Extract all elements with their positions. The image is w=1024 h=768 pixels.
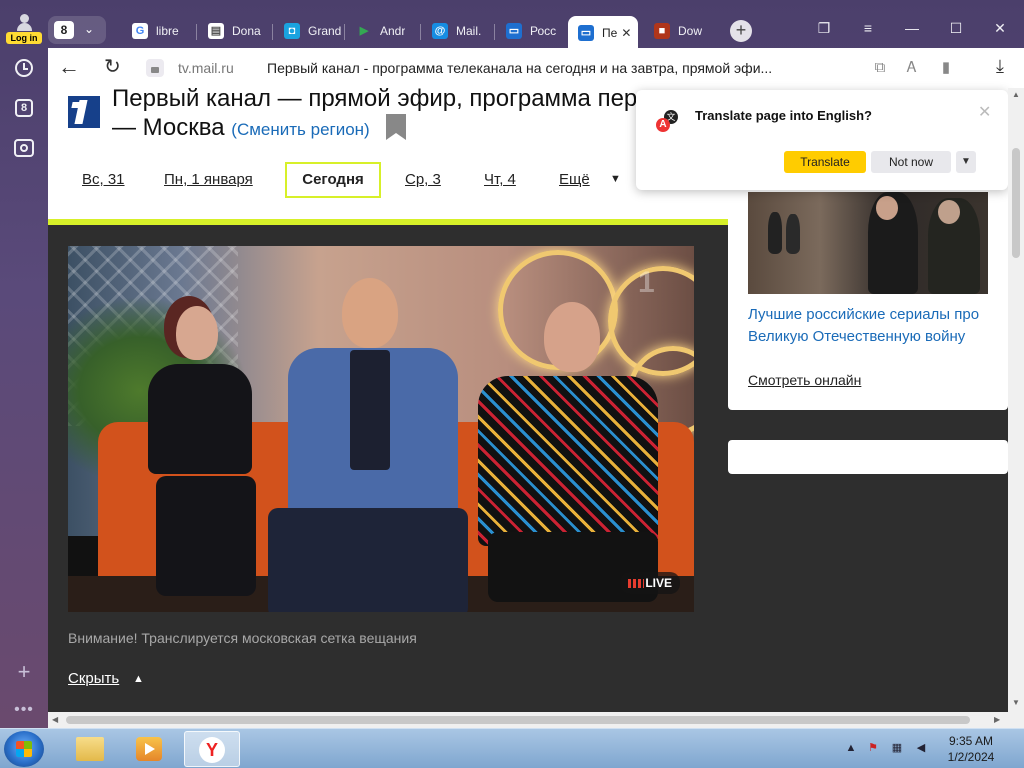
start-button[interactable] — [4, 731, 44, 767]
tab-android[interactable]: ▶ Andr — [346, 16, 418, 46]
history-clock-icon[interactable] — [12, 56, 36, 80]
document-icon: ▤ — [208, 23, 224, 39]
tv-icon: ▭ — [578, 25, 594, 41]
live-signal-icon — [628, 579, 644, 588]
promo-card[interactable]: Лучшие российские сериалы про Великую От… — [728, 178, 1008, 410]
taskbar-yandex-browser[interactable]: Y — [184, 731, 240, 767]
translate-question: Translate page into English? — [695, 108, 872, 123]
download-site-icon: ■ — [654, 23, 670, 39]
change-region-link[interactable]: (Сменить регион) — [231, 120, 369, 139]
windows-taskbar: Y ▲ ⚑ ▦ ◀ 9:35 AM 1/2/2024 — [0, 728, 1024, 768]
day-sun[interactable]: Вс, 31 — [82, 171, 125, 188]
close-tab-icon[interactable]: ✕ — [621, 26, 631, 40]
broadcast-notice: Внимание! Транслируется московская сетка… — [68, 630, 417, 646]
screenshot-camera-icon[interactable] — [12, 136, 36, 160]
menu-hamburger-icon[interactable]: ≡ — [854, 16, 882, 40]
download-icon[interactable]: ⤓ — [988, 56, 1012, 80]
new-tab-button[interactable]: + — [730, 20, 752, 42]
caret-down-icon[interactable]: ▼ — [610, 173, 621, 185]
chevron-down-icon[interactable]: ▼ — [956, 151, 976, 173]
minimize-icon[interactable]: — — [898, 16, 926, 40]
tab-download[interactable]: ■ Dow — [644, 16, 716, 46]
tab-count: 8 — [54, 21, 74, 39]
tab-rossiya[interactable]: ▭ Росс — [496, 16, 568, 46]
tab-counter-button[interactable]: 8 ⌄ — [48, 16, 106, 44]
bookmark-channel-icon[interactable] — [386, 114, 406, 140]
channel-title: Первый канал — прямой эфир, программа пе… — [112, 88, 690, 141]
lock-icon[interactable] — [146, 59, 164, 77]
empty-widget — [728, 440, 1008, 474]
folder-icon — [76, 737, 104, 761]
tab-pervyy-active[interactable]: ▭ Пе ✕ — [568, 16, 638, 50]
play-store-icon: ▶ — [359, 25, 369, 37]
translate-icon[interactable]: Ꭺ — [902, 58, 922, 78]
promo-image[interactable] — [748, 192, 988, 294]
scroll-corner — [1008, 712, 1024, 728]
browser-sidebar: Log in 8 + ••• — [0, 0, 48, 728]
reload-icon[interactable]: ↻ — [104, 56, 128, 80]
caret-up-icon[interactable]: ▲ — [133, 673, 144, 685]
yandex-browser-icon: Y — [199, 737, 225, 763]
channel-logo — [68, 96, 100, 128]
url-page-title[interactable]: Первый канал - программа телеканала на с… — [267, 60, 847, 76]
vertical-scroll-thumb[interactable] — [1012, 148, 1020, 258]
translate-popup: 文 A Translate page into English? ✕ Trans… — [636, 90, 1008, 190]
add-icon[interactable]: + — [12, 659, 36, 684]
grand-icon: ◘ — [284, 23, 300, 39]
hide-player-link[interactable]: Скрыть — [68, 670, 119, 687]
promo-watch-link[interactable]: Смотреть онлайн — [748, 372, 861, 388]
google-icon: G — [132, 23, 148, 39]
back-arrow-icon[interactable]: ← — [58, 56, 82, 80]
mail-at-icon: @ — [432, 23, 448, 39]
day-wed[interactable]: Ср, 3 — [405, 171, 441, 188]
day-more[interactable]: Ещё — [559, 171, 590, 188]
taskbar-explorer[interactable] — [62, 731, 118, 767]
user-icon — [16, 14, 32, 32]
url-domain[interactable]: tv.mail.ru — [178, 60, 234, 76]
day-mon[interactable]: Пн, 1 января — [164, 171, 253, 188]
maximize-icon[interactable]: ☐ — [942, 16, 970, 40]
tab-libre[interactable]: G libre — [122, 16, 194, 46]
address-bar: ← ↻ tv.mail.ru Первый канал - программа … — [48, 48, 1024, 88]
day-today[interactable]: Сегодня — [285, 162, 381, 198]
login-label: Log in — [6, 32, 42, 44]
tv-icon: ▭ — [506, 23, 522, 39]
share-icon[interactable]: ⧉ — [870, 58, 890, 78]
promo-title-link[interactable]: Лучшие российские сериалы про Великую От… — [748, 304, 998, 348]
tab-grand[interactable]: ◘ Grand — [274, 16, 346, 46]
collections-icon[interactable]: ❐ — [810, 16, 838, 40]
network-icon[interactable]: ▦ — [890, 741, 904, 755]
volume-muted-icon[interactable]: ◀ — [914, 741, 928, 755]
horizontal-scroll-thumb[interactable] — [66, 716, 970, 724]
live-badge: LIVE — [620, 572, 680, 594]
horizontal-scrollbar[interactable]: ◀ ▶ — [48, 712, 1008, 728]
tab-mail[interactable]: @ Mail. — [422, 16, 494, 46]
translate-icon: 文 A — [656, 110, 678, 132]
more-dots-icon[interactable]: ••• — [12, 698, 36, 722]
live-video-player[interactable]: 1 LIVE — [68, 246, 694, 612]
profile-button[interactable]: Log in — [6, 14, 42, 46]
tab-dona[interactable]: ▤ Dona — [198, 16, 270, 46]
action-center-icon[interactable]: ⚑ — [866, 741, 880, 755]
system-clock[interactable]: 9:35 AM 1/2/2024 — [938, 733, 1004, 765]
tab-strip: 8 ⌄ G libre ▤ Dona ◘ Grand ▶ Andr @ Mail… — [48, 12, 1024, 50]
chevron-down-icon: ⌄ — [84, 22, 95, 36]
close-window-icon[interactable]: ✕ — [986, 16, 1014, 40]
translate-button[interactable]: Translate — [784, 151, 866, 173]
media-player-icon — [136, 737, 162, 761]
channel-watermark: 1 — [638, 266, 655, 299]
bookmark-icon[interactable]: ▮ — [936, 58, 956, 78]
vertical-scrollbar[interactable]: ▲ ▼ — [1008, 88, 1024, 712]
close-icon[interactable]: ✕ — [978, 102, 991, 122]
tray-expand-icon[interactable]: ▲ — [844, 741, 858, 755]
tabs-counter-icon[interactable]: 8 — [12, 96, 36, 120]
day-thu[interactable]: Чт, 4 — [484, 171, 516, 188]
not-now-button[interactable]: Not now — [871, 151, 951, 173]
day-navigation: Вс, 31 Пн, 1 января Сегодня Ср, 3 Чт, 4 … — [68, 162, 668, 198]
taskbar-media-player[interactable] — [122, 731, 178, 767]
